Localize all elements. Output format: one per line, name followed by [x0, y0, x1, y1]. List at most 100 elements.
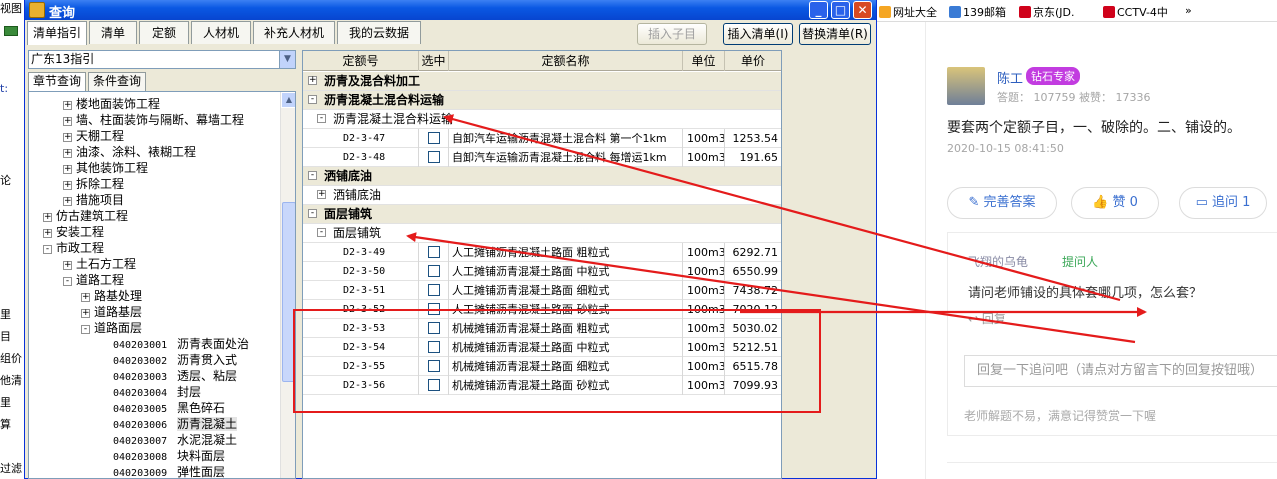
tree-item[interactable]: 040203001 沥青表面处治: [113, 336, 249, 352]
collapse-icon[interactable]: -: [317, 228, 326, 237]
select-checkbox[interactable]: [428, 322, 440, 334]
tab-list[interactable]: 清单: [89, 21, 137, 44]
select-checkbox[interactable]: [428, 341, 440, 353]
tab-quota[interactable]: 定额: [139, 21, 189, 44]
tab-list-guide[interactable]: 清单指引: [27, 21, 87, 45]
maximize-button[interactable]: □: [831, 1, 850, 19]
tree-item[interactable]: + 油漆、涂料、裱糊工程: [63, 144, 196, 160]
tree-item[interactable]: + 措施项目: [63, 192, 124, 208]
select-checkbox[interactable]: [428, 303, 440, 315]
header-unit[interactable]: 单位: [683, 51, 725, 71]
group-row[interactable]: - 沥青混凝土混合料运输: [303, 91, 781, 110]
answerer-name[interactable]: 陈工: [997, 68, 1023, 87]
collapse-icon[interactable]: -: [81, 325, 90, 334]
select-checkbox[interactable]: [428, 265, 440, 277]
tree-item[interactable]: + 其他装饰工程: [63, 160, 148, 176]
expand-icon[interactable]: +: [43, 213, 52, 222]
table-row[interactable]: D2-3-48 自卸汽车运输沥青混凝土混合料 每增运1km 100m3 191.65: [303, 148, 781, 167]
expand-icon[interactable]: +: [63, 101, 72, 110]
reply-input[interactable]: 回复一下追问吧（请点对方留言下的回复按钮哦）: [964, 355, 1277, 387]
scroll-up-icon[interactable]: ▲: [281, 92, 295, 108]
tree-item[interactable]: + 拆除工程: [63, 176, 124, 192]
header-quota-code[interactable]: 定额号: [303, 51, 419, 71]
favorite-link[interactable]: 139邮箱: [949, 4, 1006, 20]
tab-cloud-data[interactable]: 我的云数据: [337, 21, 421, 44]
tree-item[interactable]: - 市政工程: [43, 240, 104, 256]
table-row[interactable]: D2-3-53 机械摊铺沥青混凝土路面 粗粒式 100m3 5030.02: [303, 319, 781, 338]
expand-icon[interactable]: +: [63, 117, 72, 126]
select-checkbox[interactable]: [428, 379, 440, 391]
table-row[interactable]: D2-3-47 自卸汽车运输沥青混凝土混合料 第一个1km 100m3 1253.54: [303, 129, 781, 148]
expand-icon[interactable]: +: [63, 165, 72, 174]
header-selected[interactable]: 选中: [419, 51, 449, 71]
group-row[interactable]: + 洒铺底油: [303, 186, 781, 205]
group-row[interactable]: - 面层铺筑: [303, 224, 781, 243]
expand-icon[interactable]: +: [81, 293, 90, 302]
select-checkbox[interactable]: [428, 360, 440, 372]
expand-icon[interactable]: +: [43, 229, 52, 238]
group-row[interactable]: + 沥青及混合料加工: [303, 72, 781, 91]
expand-icon[interactable]: +: [63, 261, 72, 270]
tree-item[interactable]: + 天棚工程: [63, 128, 124, 144]
select-checkbox[interactable]: [428, 246, 440, 258]
close-button[interactable]: ✕: [853, 1, 872, 19]
tree-scrollbar[interactable]: ▲: [280, 92, 295, 478]
improve-answer-button[interactable]: ✎ 完善答案: [947, 187, 1057, 219]
replace-list-button[interactable]: 替换清单(R): [799, 23, 871, 45]
tree-item[interactable]: + 路基处理: [81, 288, 142, 304]
table-row[interactable]: D2-3-54 机械摊铺沥青混凝土路面 中粒式 100m3 5212.51: [303, 338, 781, 357]
minimize-button[interactable]: _: [809, 1, 828, 19]
tab-chapter-search[interactable]: 章节查询: [28, 72, 86, 92]
table-row[interactable]: D2-3-52 人工摊铺沥青混凝土路面 砂粒式 100m3 7020.12: [303, 300, 781, 319]
select-checkbox[interactable]: [428, 132, 440, 144]
table-row[interactable]: D2-3-55 机械摊铺沥青混凝土路面 细粒式 100m3 6515.78: [303, 357, 781, 376]
favorite-link[interactable]: »: [1185, 4, 1192, 17]
header-quota-name[interactable]: 定额名称: [449, 51, 683, 71]
group-row[interactable]: - 面层铺筑: [303, 205, 781, 224]
table-row[interactable]: D2-3-49 人工摊铺沥青混凝土路面 粗粒式 100m3 6292.71: [303, 243, 781, 262]
expand-icon[interactable]: +: [317, 190, 326, 199]
collapse-icon[interactable]: -: [308, 171, 317, 180]
tab-labor-material[interactable]: 人材机: [191, 21, 251, 44]
table-row[interactable]: D2-3-50 人工摊铺沥青混凝土路面 中粒式 100m3 6550.99: [303, 262, 781, 281]
tree-item[interactable]: + 仿古建筑工程: [43, 208, 128, 224]
expand-icon[interactable]: +: [63, 181, 72, 190]
tab-condition-search[interactable]: 条件查询: [88, 72, 146, 91]
commenter-name[interactable]: 飞翔的乌龟: [968, 253, 1028, 270]
expand-icon[interactable]: +: [63, 133, 72, 142]
table-row[interactable]: D2-3-56 机械摊铺沥青混凝土路面 砂粒式 100m3 7099.93: [303, 376, 781, 395]
tree-item[interactable]: + 墙、柱面装饰与隔断、幕墙工程: [63, 112, 244, 128]
tree-item[interactable]: + 安装工程: [43, 224, 104, 240]
like-button[interactable]: 👍 赞 0: [1071, 187, 1159, 219]
select-checkbox[interactable]: [428, 151, 440, 163]
collapse-icon[interactable]: -: [308, 95, 317, 104]
collapse-icon[interactable]: -: [63, 277, 72, 286]
header-price[interactable]: 单价: [725, 51, 781, 71]
tree-item[interactable]: 040203006 沥青混凝土: [113, 416, 238, 432]
favorite-link[interactable]: 京东(JD.: [1019, 4, 1075, 20]
collapse-icon[interactable]: -: [43, 245, 52, 254]
expand-icon[interactable]: +: [81, 309, 90, 318]
guide-select[interactable]: 广东13指引 ▼: [28, 50, 296, 69]
chevron-down-icon[interactable]: ▼: [279, 51, 295, 68]
reply-link[interactable]: ↩ 回复: [968, 310, 1006, 327]
collapse-icon[interactable]: -: [317, 114, 326, 123]
tree-item[interactable]: + 土石方工程: [63, 256, 136, 272]
avatar[interactable]: [947, 67, 985, 105]
tree-item[interactable]: 040203008 块料面层: [113, 448, 225, 464]
select-checkbox[interactable]: [428, 284, 440, 296]
table-row[interactable]: D2-3-51 人工摊铺沥青混凝土路面 细粒式 100m3 7438.72: [303, 281, 781, 300]
expand-icon[interactable]: +: [308, 76, 317, 85]
expand-icon[interactable]: +: [63, 149, 72, 158]
expand-icon[interactable]: +: [63, 197, 72, 206]
tree-item[interactable]: 040203009 弹性面层: [113, 464, 225, 478]
tree-item[interactable]: + 道路基层: [81, 304, 142, 320]
insert-child-button[interactable]: 插入子目: [637, 23, 707, 45]
tree-item[interactable]: - 道路工程: [63, 272, 124, 288]
tree-item[interactable]: + 楼地面装饰工程: [63, 96, 160, 112]
title-bar[interactable]: 查询 _ □ ✕: [25, 0, 876, 21]
favorite-link[interactable]: CCTV-4中: [1103, 4, 1168, 20]
follow-up-button[interactable]: ▭ 追问 1: [1179, 187, 1267, 219]
tree-item[interactable]: 040203007 水泥混凝土: [113, 432, 237, 448]
group-row[interactable]: - 沥青混凝土混合料运输: [303, 110, 781, 129]
